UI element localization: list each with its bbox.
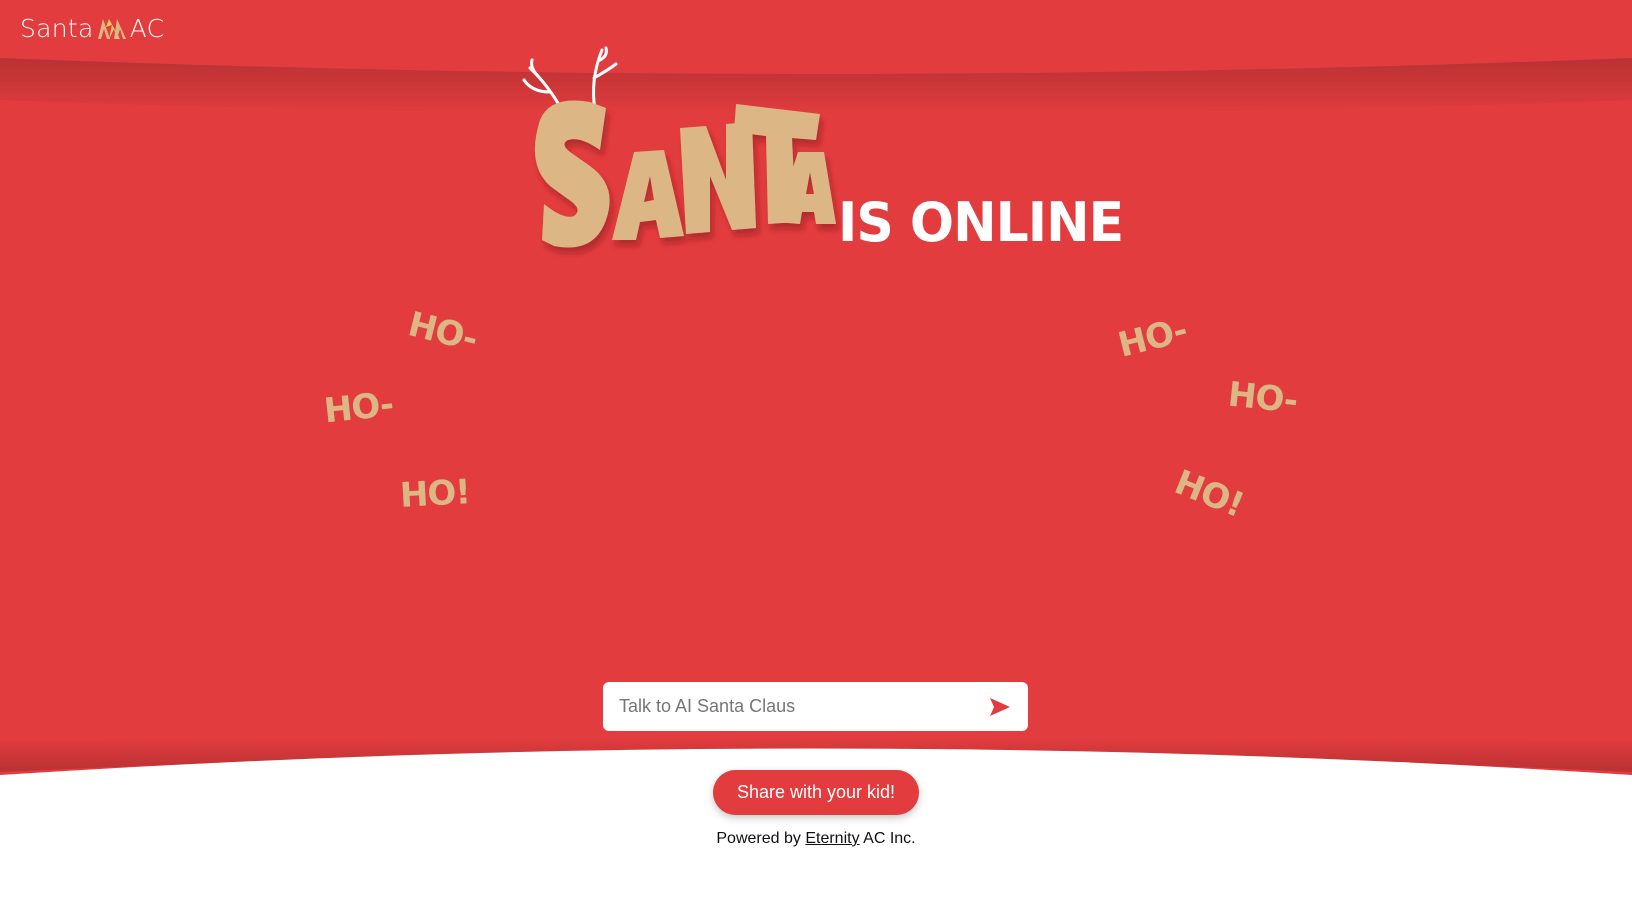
eternity-link[interactable]: Eternity — [805, 830, 859, 847]
send-arrow-icon[interactable] — [988, 696, 1012, 718]
santa-title-art — [522, 46, 836, 248]
ho-text: HO- — [1226, 374, 1300, 422]
powered-by: Powered by Eternity AC Inc. — [0, 830, 1632, 848]
is-online-title: IS ONLINE — [838, 191, 1124, 255]
powered-by-suffix: AC Inc. — [863, 830, 916, 847]
powered-by-prefix: Powered by — [716, 830, 801, 847]
christmas-trees-icon — [97, 18, 126, 39]
page: Santa AC IS ONLINE HO- HO- HO! HO- HO- H… — [0, 0, 1632, 912]
share-button[interactable]: Share with your kid! — [713, 770, 919, 815]
chat-input[interactable] — [603, 686, 979, 727]
ho-text: HO! — [399, 472, 471, 516]
chat-box — [603, 682, 1028, 731]
ho-text: HO- — [322, 384, 396, 432]
hero-title: IS ONLINE — [520, 40, 1124, 270]
brand-logo[interactable]: Santa AC — [20, 14, 164, 43]
brand-name-left: Santa — [20, 14, 94, 43]
brand-name-right: AC — [129, 14, 165, 43]
